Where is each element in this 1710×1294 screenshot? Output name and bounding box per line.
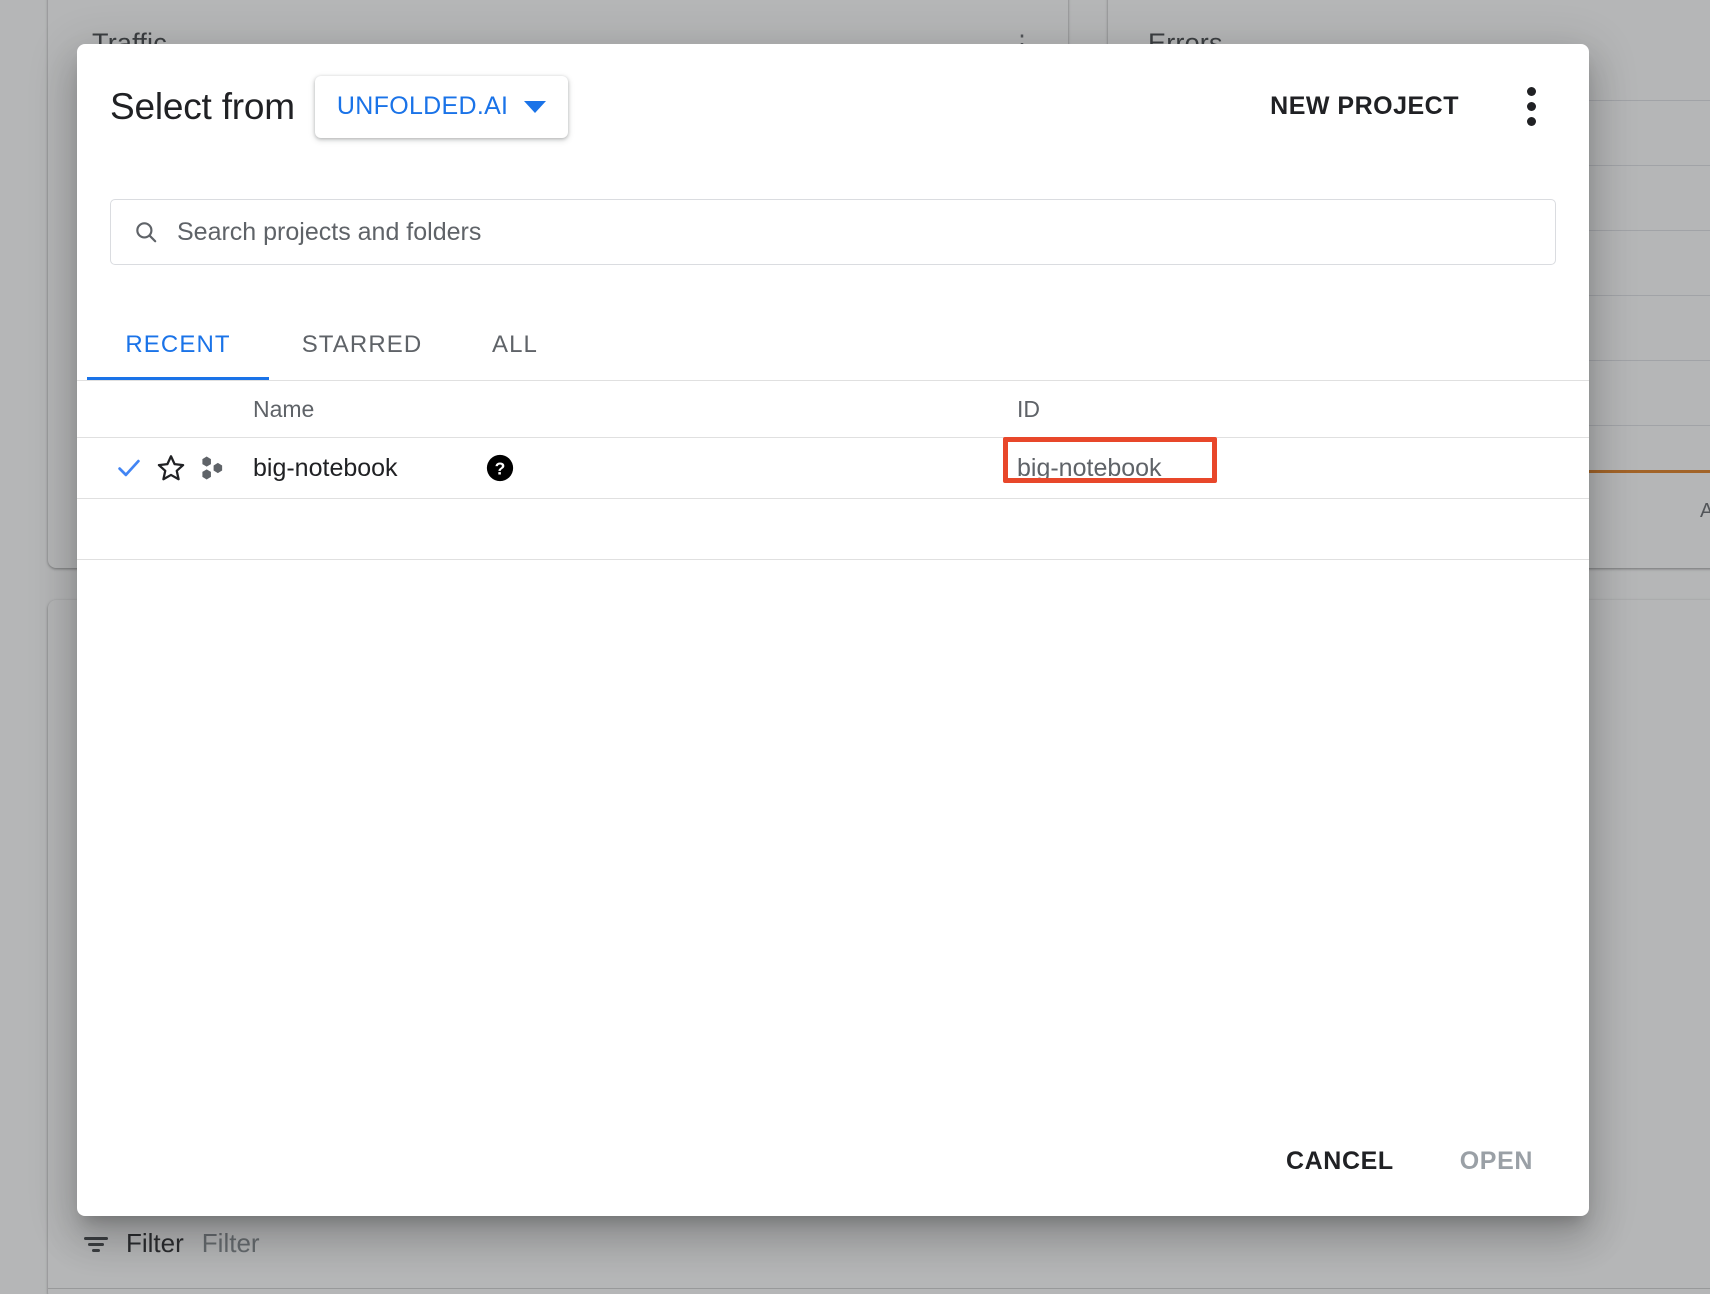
tab-bar: RECENT STARRED ALL xyxy=(87,309,1579,381)
dialog-header: Select from UNFOLDED.AI NEW PROJECT xyxy=(77,44,1589,169)
project-picker-dialog: Select from UNFOLDED.AI NEW PROJECT RECE… xyxy=(77,44,1589,1216)
cancel-button[interactable]: CANCEL xyxy=(1266,1133,1414,1190)
tab-all[interactable]: ALL xyxy=(455,309,575,381)
organization-selector-label: UNFOLDED.AI xyxy=(336,92,509,120)
table-header: Name ID xyxy=(77,381,1589,438)
new-project-button[interactable]: NEW PROJECT xyxy=(1264,82,1465,131)
help-filled-icon[interactable]: ? xyxy=(485,453,515,483)
dot xyxy=(1526,117,1536,126)
dialog-footer: CANCEL OPEN xyxy=(1266,1133,1553,1190)
row-project-name: big-notebook xyxy=(253,453,398,482)
table-row[interactable]: big-notebook ? big-notebook xyxy=(77,438,1589,499)
tab-starred[interactable]: STARRED xyxy=(269,309,455,381)
open-button[interactable]: OPEN xyxy=(1440,1133,1553,1190)
search-input[interactable] xyxy=(177,217,1533,247)
column-header-id: ID xyxy=(1017,395,1040,422)
tab-recent[interactable]: RECENT xyxy=(87,309,269,381)
more-vert-icon[interactable] xyxy=(1507,83,1555,131)
chevron-down-icon xyxy=(524,100,547,113)
organization-selector[interactable]: UNFOLDED.AI xyxy=(314,75,569,138)
dot xyxy=(1526,102,1536,111)
column-header-name: Name xyxy=(253,395,315,422)
search-box[interactable] xyxy=(110,199,1556,265)
search-icon xyxy=(136,222,157,243)
row-project-id: big-notebook xyxy=(1017,453,1162,482)
star-outline-icon[interactable] xyxy=(155,452,187,484)
svg-text:?: ? xyxy=(495,459,506,479)
page-title: Select from xyxy=(110,85,295,127)
table-row-empty xyxy=(77,499,1589,560)
project-hexagons-icon xyxy=(202,456,223,480)
dot xyxy=(1526,87,1536,96)
check-icon xyxy=(118,459,140,477)
